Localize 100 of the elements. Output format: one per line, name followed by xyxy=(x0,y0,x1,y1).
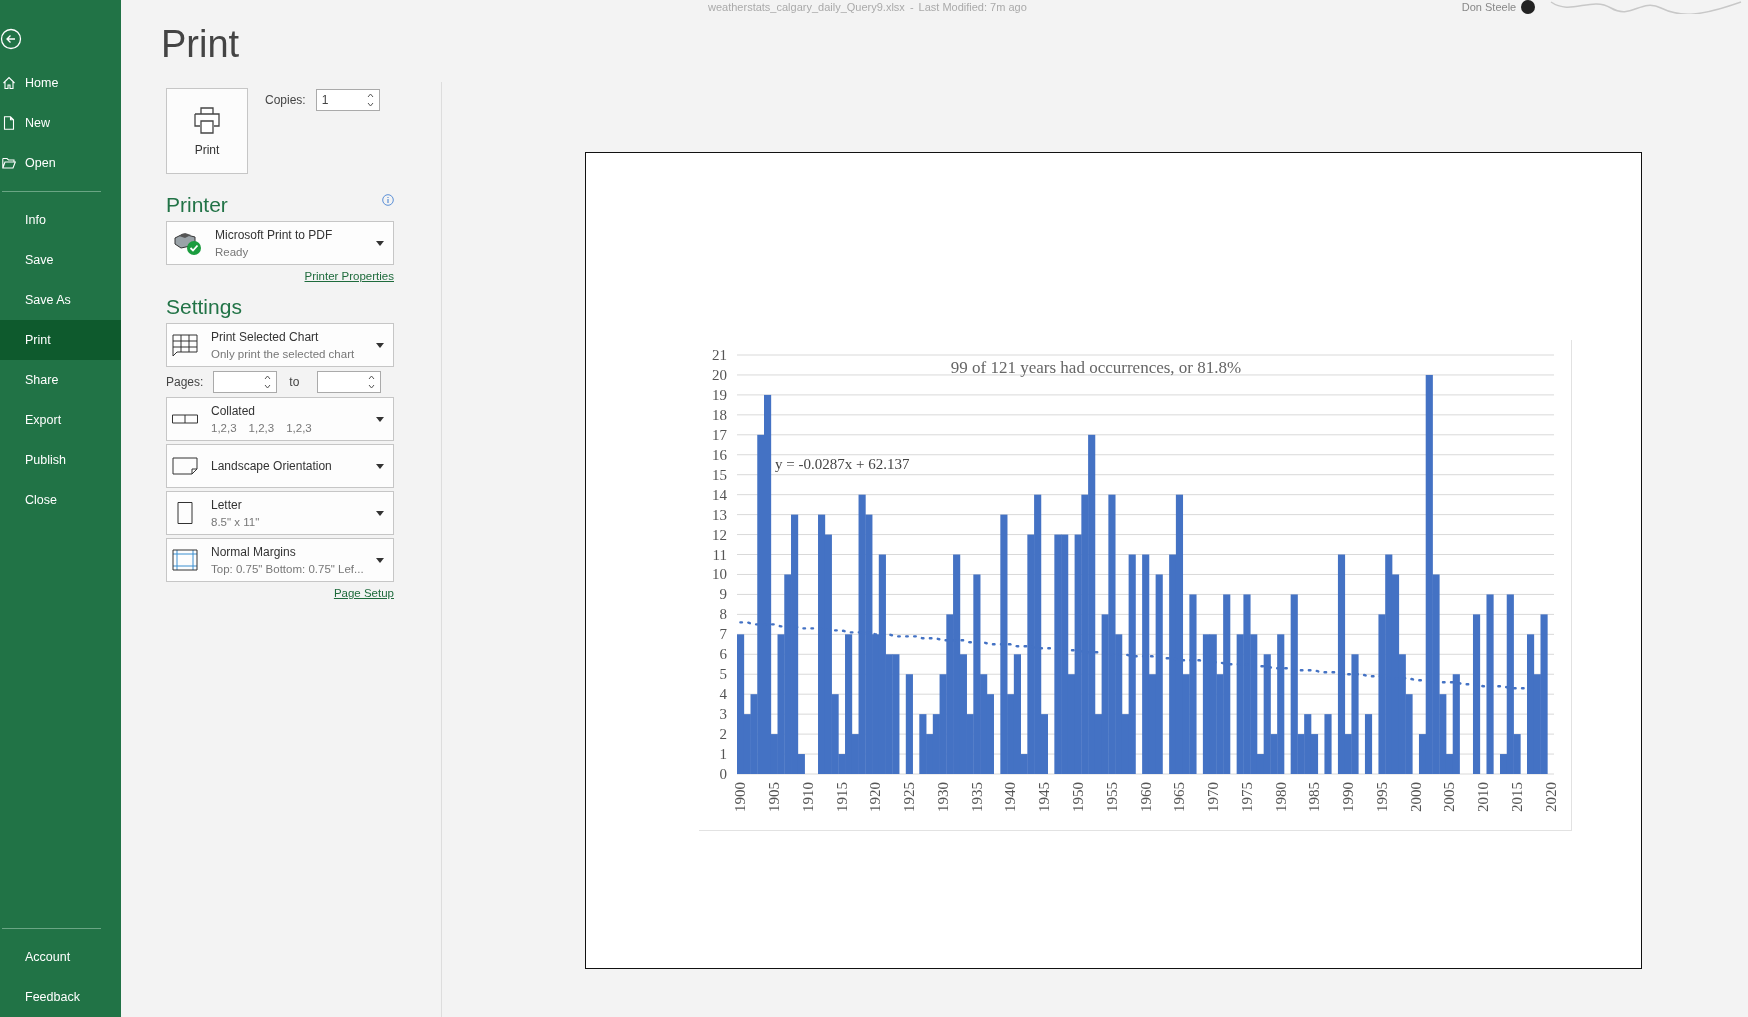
axis-label: 3 xyxy=(719,706,727,723)
to-label: to xyxy=(289,375,300,389)
axis-label: 16 xyxy=(712,446,727,463)
axis-label: 1 xyxy=(719,746,727,763)
landscape-page-icon xyxy=(171,454,199,478)
axis-label: 1980 xyxy=(1272,782,1289,812)
margins-icon xyxy=(171,548,199,572)
nav-item[interactable]: Share xyxy=(0,360,121,400)
setting-dropdown[interactable]: Landscape Orientation xyxy=(166,444,394,488)
axis-label: 1945 xyxy=(1036,782,1053,812)
axis-label: 5 xyxy=(719,666,727,683)
pages-label: Pages: xyxy=(166,375,204,389)
printer-icon xyxy=(192,105,222,135)
page-heading: Print xyxy=(161,22,241,66)
page-from-field[interactable] xyxy=(213,371,278,393)
caret-icon xyxy=(376,416,384,422)
chart-title: 99 of 121 years had occurrences, or 81.8% xyxy=(950,358,1242,377)
axis-label: 1925 xyxy=(901,782,918,812)
axis-label: 1900 xyxy=(732,782,749,812)
print-button[interactable]: Print xyxy=(166,88,248,174)
avatar-icon[interactable] xyxy=(1521,0,1536,14)
spin-arrows-icon[interactable] xyxy=(264,374,272,390)
axis-label: 2000 xyxy=(1407,782,1424,812)
page-setup-link[interactable]: Page Setup xyxy=(333,587,394,599)
printer-heading: Printer xyxy=(166,192,228,218)
caret-icon xyxy=(376,240,384,246)
axis-label: 1955 xyxy=(1103,782,1120,812)
info-icon[interactable] xyxy=(382,194,394,206)
axis-label: 1990 xyxy=(1340,782,1357,812)
nav-item[interactable]: Save As xyxy=(0,280,121,320)
folder-icon xyxy=(2,156,16,170)
spin-arrows-icon[interactable] xyxy=(366,92,374,108)
nav-item[interactable]: Print xyxy=(0,320,121,360)
document-icon xyxy=(2,116,16,130)
axis-label: 2005 xyxy=(1441,782,1458,812)
axis-label: 1940 xyxy=(1002,782,1019,812)
printer-dropdown[interactable]: Microsoft Print to PDF Ready xyxy=(166,221,394,265)
axis-label: 19 xyxy=(712,386,727,403)
nav-item[interactable]: Save xyxy=(0,240,121,280)
axis-label: 0 xyxy=(719,766,727,782)
axis-label: 10 xyxy=(712,566,727,583)
home-icon xyxy=(2,76,16,90)
chart-bar xyxy=(1324,714,1332,774)
caret-icon xyxy=(376,510,384,516)
chart-bar xyxy=(1364,714,1373,774)
setting-dropdown[interactable]: Collated 1,2,3 1,2,3 1,2,3 xyxy=(166,397,394,441)
back-icon[interactable] xyxy=(0,28,22,50)
trendline-equation: y = -0.0287x + 62.137 xyxy=(775,456,910,472)
axis-label: 9 xyxy=(719,586,727,603)
setting-dropdown[interactable]: Letter 8.5" x 11" xyxy=(166,491,394,535)
axis-label: 17 xyxy=(712,426,727,443)
axis-label: 2015 xyxy=(1508,782,1525,812)
axis-label: 12 xyxy=(712,526,727,543)
nav-item[interactable]: Open xyxy=(0,143,121,183)
axis-label: 1920 xyxy=(867,782,884,812)
nav-item[interactable]: Close xyxy=(0,480,121,520)
axis-label: 1970 xyxy=(1205,782,1221,812)
print-scope-dropdown[interactable]: Print Selected Chart Only print the selected chart xyxy=(166,323,394,367)
axis-label: 1910 xyxy=(799,782,816,812)
axis-label: 1965 xyxy=(1171,782,1188,812)
user-name: Don Steele xyxy=(1461,1,1517,13)
last-modified: Last Modified: 7m ago xyxy=(918,1,1027,13)
nav-item[interactable]: Account xyxy=(0,937,121,977)
axis-label: 7 xyxy=(719,626,727,643)
title-separator: - xyxy=(909,1,914,13)
file-name: weatherstats_calgary_daily_Query9.xlsx xyxy=(708,1,905,13)
nav-item[interactable]: Publish xyxy=(0,440,121,480)
axis-label: 2010 xyxy=(1475,782,1492,812)
axis-label: 1905 xyxy=(766,782,783,812)
axis-label: 14 xyxy=(712,486,727,503)
axis-label: 11 xyxy=(712,546,727,563)
copies-field[interactable]: 1 xyxy=(315,89,380,111)
caret-icon xyxy=(376,342,384,348)
page-to-field[interactable] xyxy=(317,371,382,393)
printer-properties-link[interactable]: Printer Properties xyxy=(304,270,394,282)
axis-label: 8 xyxy=(719,606,727,623)
axis-label: 6 xyxy=(719,646,727,663)
settings-heading: Settings xyxy=(166,294,243,320)
spin-arrows-icon[interactable] xyxy=(368,374,376,390)
axis-label: 21 xyxy=(712,347,727,363)
axis-label: 1995 xyxy=(1373,782,1390,812)
axis-label: 20 xyxy=(712,366,727,383)
setting-dropdown[interactable]: Normal Margins Top: 0.75" Bottom: 0.75" Lef... xyxy=(166,538,394,582)
axis-label: 1935 xyxy=(968,782,985,812)
axis-label: 2 xyxy=(719,726,727,743)
grid-icon xyxy=(171,333,199,357)
axis-label: 1960 xyxy=(1137,782,1154,812)
axis-label: 1930 xyxy=(934,782,951,812)
axis-label: 1950 xyxy=(1070,782,1086,812)
copies-label: Copies: xyxy=(265,93,306,107)
axis-label: 13 xyxy=(712,506,727,523)
axis-label: 1975 xyxy=(1238,782,1255,812)
nav-item[interactable]: Feedback xyxy=(0,977,121,1017)
nav-item[interactable]: Info xyxy=(0,200,121,240)
axis-label: 1985 xyxy=(1306,782,1323,812)
caret-icon xyxy=(376,557,384,563)
nav-item[interactable]: Home xyxy=(0,63,121,103)
nav-item[interactable]: Export xyxy=(0,400,121,440)
nav-item[interactable]: New xyxy=(0,103,121,143)
axis-label: 4 xyxy=(719,686,727,703)
